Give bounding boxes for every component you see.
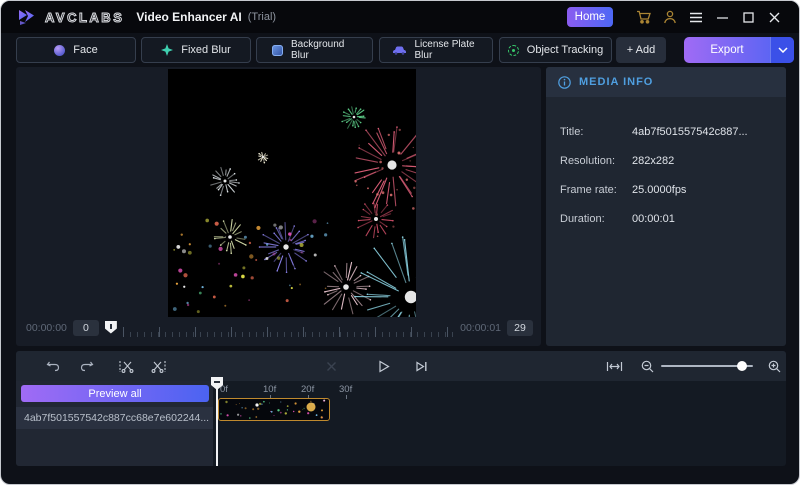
app-window: AVCLABS Video Enhancer AI (Trial) Home <box>0 0 800 485</box>
export-button[interactable]: Export <box>684 37 794 63</box>
end-time: 00:00:01 <box>460 322 501 334</box>
media-info-panel: MEDIA INFO Title: 4ab7f501557542c887... … <box>546 67 786 346</box>
preview-all-button[interactable]: Preview all <box>21 385 209 402</box>
ruler-label-30f: 30f <box>339 384 352 395</box>
fixed-blur-label: Fixed Blur <box>181 44 231 56</box>
car-icon <box>392 45 407 55</box>
zoom-out-icon[interactable] <box>634 351 660 381</box>
timeline-zoom-slider[interactable] <box>661 365 753 367</box>
media-info-header: MEDIA INFO <box>546 67 786 97</box>
square-blur-icon <box>272 45 283 56</box>
scrubber-ruler[interactable] <box>123 323 454 337</box>
chevron-down-icon <box>778 47 788 53</box>
clip-thumbnail-strip <box>219 399 328 419</box>
close-icon[interactable] <box>761 6 787 28</box>
duration-value: 00:00:01 <box>632 213 675 225</box>
home-button[interactable]: Home <box>567 7 613 27</box>
face-icon <box>54 45 65 56</box>
cart-icon[interactable] <box>631 6 657 28</box>
start-time: 00:00:00 <box>26 322 67 334</box>
zoom-in-icon[interactable] <box>761 351 786 381</box>
clip-list-item[interactable]: 4ab7f501557542c887cc68e7e602244... <box>16 407 213 429</box>
scrubber-playhead[interactable] <box>105 321 117 334</box>
avclabs-logo-icon <box>17 8 37 26</box>
face-label: Face <box>73 44 97 56</box>
redo-button[interactable] <box>74 351 100 381</box>
undo-button[interactable] <box>40 351 66 381</box>
fireworks-video-still <box>168 69 416 317</box>
video-preview-panel: 00:00:00 0 00:00:01 29 <box>16 67 541 346</box>
video-frame <box>168 69 416 317</box>
title-value: 4ab7f501557542c887... <box>632 126 748 138</box>
title-bar: AVCLABS Video Enhancer AI (Trial) Home <box>1 1 799 33</box>
trial-badge: (Trial) <box>248 11 276 23</box>
cut-left-button[interactable] <box>113 351 139 381</box>
app-title: Video Enhancer AI <box>136 10 241 24</box>
clip-list-column: Preview all 4ab7f501557542c887cc68e7e602… <box>16 381 213 466</box>
zoom-slider-knob[interactable] <box>737 361 747 371</box>
background-blur-button[interactable]: Background Blur <box>256 37 373 63</box>
media-row-duration: Duration: 00:00:01 <box>560 204 772 233</box>
export-dropdown[interactable] <box>770 37 794 63</box>
timeline-panel: Preview all 4ab7f501557542c887cc68e7e602… <box>16 351 786 466</box>
ruler-tick <box>346 395 347 399</box>
title-label: Title: <box>560 126 632 138</box>
diamond-icon <box>161 44 173 56</box>
object-tracking-button[interactable]: Object Tracking <box>499 37 612 63</box>
info-icon <box>558 76 571 89</box>
maximize-icon[interactable] <box>735 6 761 28</box>
media-info-title: MEDIA INFO <box>579 76 653 88</box>
object-tracking-label: Object Tracking <box>527 44 603 56</box>
delete-clip-button-disabled[interactable] <box>318 351 344 381</box>
resolution-value: 282x282 <box>632 155 674 167</box>
fit-timeline-button[interactable] <box>601 351 627 381</box>
timeline-toolbar <box>16 351 786 381</box>
license-plate-blur-button[interactable]: License Plate Blur <box>379 37 493 63</box>
media-row-framerate: Frame rate: 25.0000fps <box>560 175 772 204</box>
minimize-icon[interactable] <box>709 6 735 28</box>
timeline-clip[interactable] <box>218 398 330 421</box>
tracking-icon <box>508 45 519 56</box>
ruler-label-10f: 10f <box>263 384 276 395</box>
next-frame-button[interactable] <box>408 351 434 381</box>
brand-name: AVCLABS <box>45 10 124 25</box>
end-frame-box: 29 <box>507 320 533 336</box>
start-frame-box: 0 <box>73 320 99 336</box>
export-label[interactable]: Export <box>684 37 770 63</box>
ruler-label-20f: 20f <box>301 384 314 395</box>
play-button[interactable] <box>371 351 397 381</box>
fixed-blur-button[interactable]: Fixed Blur <box>141 37 251 63</box>
timeline-playhead-line[interactable] <box>216 379 218 466</box>
cut-right-button[interactable] <box>146 351 172 381</box>
media-row-resolution: Resolution: 282x282 <box>560 146 772 175</box>
menu-icon[interactable] <box>683 6 709 28</box>
add-button[interactable]: + Add <box>616 37 666 63</box>
license-plate-blur-label: License Plate Blur <box>415 39 481 61</box>
duration-label: Duration: <box>560 213 632 225</box>
face-button[interactable]: Face <box>16 37 136 63</box>
framerate-value: 25.0000fps <box>632 184 686 196</box>
media-row-title: Title: 4ab7f501557542c887... <box>560 117 772 146</box>
resolution-label: Resolution: <box>560 155 632 167</box>
framerate-label: Frame rate: <box>560 184 632 196</box>
preview-scrubber: 00:00:00 0 00:00:01 29 <box>26 317 533 339</box>
background-blur-label: Background Blur <box>291 39 357 61</box>
account-icon[interactable] <box>657 6 683 28</box>
